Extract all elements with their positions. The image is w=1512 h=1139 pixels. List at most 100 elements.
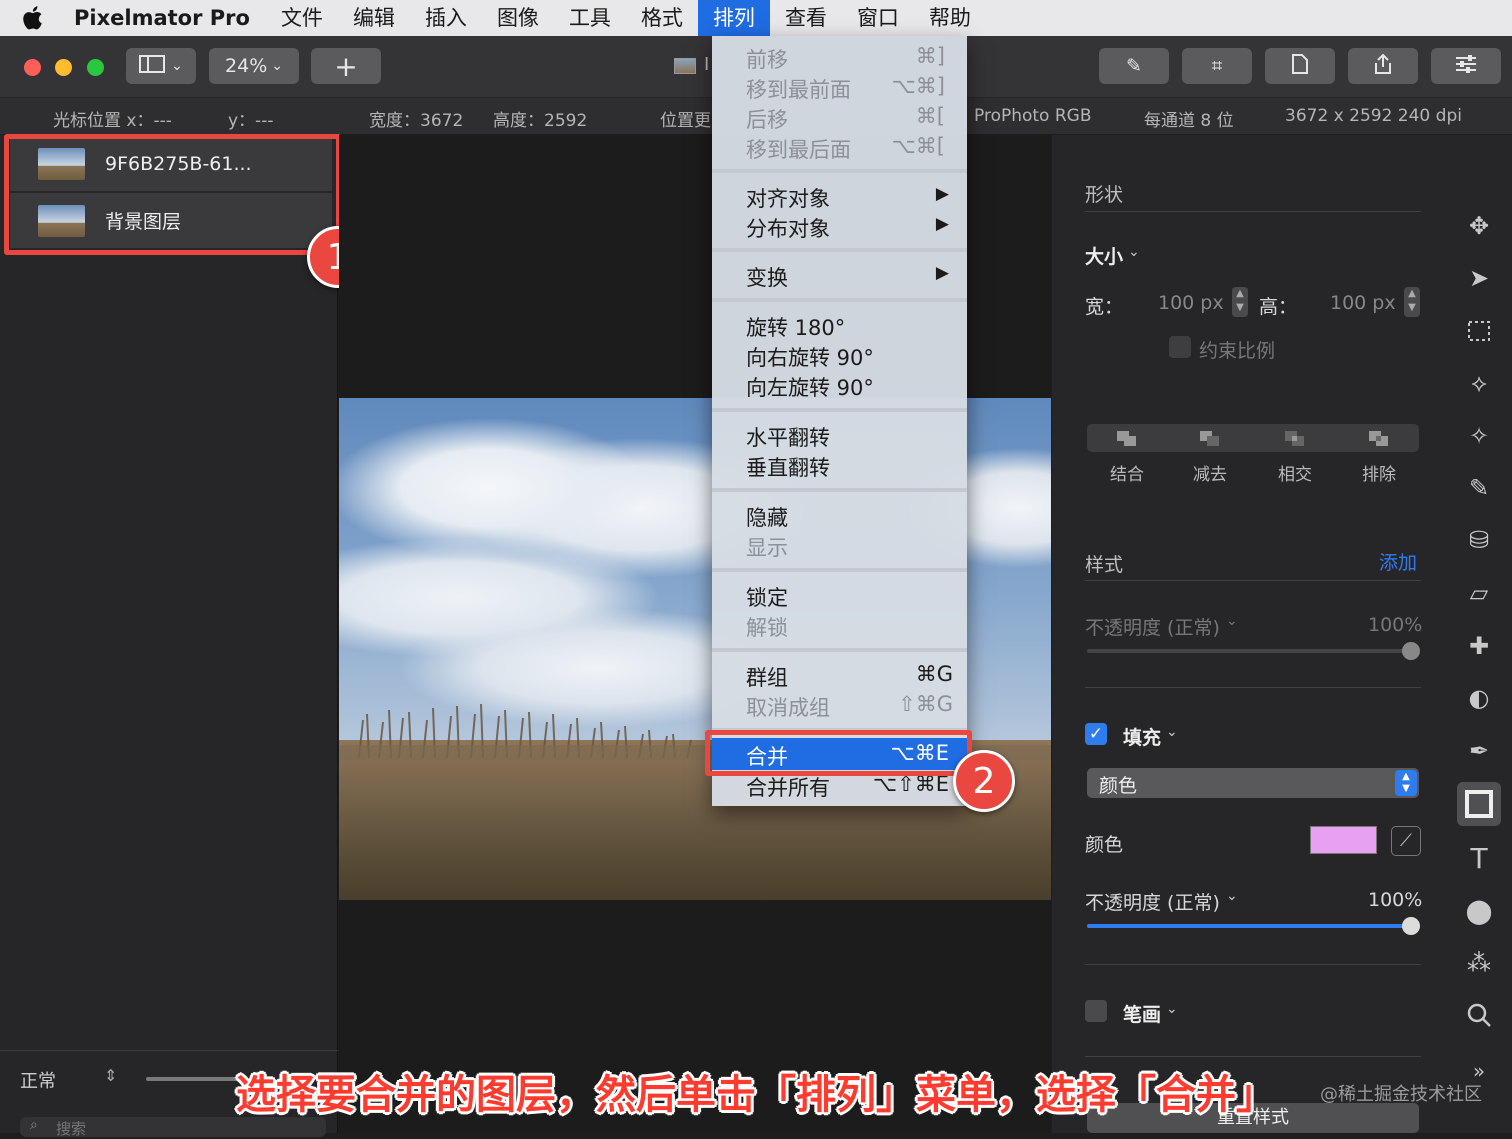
constrain-checkbox[interactable] bbox=[1169, 336, 1191, 358]
menu-insert[interactable]: 插入 bbox=[410, 0, 482, 36]
add-button[interactable]: + bbox=[311, 48, 381, 84]
style-opacity-slider[interactable] bbox=[1087, 649, 1417, 653]
menu-item-ungroup[interactable]: 取消成组 ⇧⌘G bbox=[712, 690, 967, 720]
menu-item-show[interactable]: 显示 bbox=[712, 530, 967, 560]
exclude-icon[interactable] bbox=[1368, 430, 1390, 448]
menu-item-send-backward[interactable]: 后移 ⌘[ bbox=[712, 102, 967, 132]
menu-item-rotate-right[interactable]: 向右旋转 90° bbox=[712, 340, 967, 370]
height-input[interactable]: 100 px bbox=[1330, 292, 1396, 314]
arrange-tool-icon[interactable]: ✥ bbox=[1461, 208, 1497, 244]
document-title-fragment: I bbox=[704, 54, 710, 75]
fill-label[interactable]: 填充 bbox=[1123, 723, 1161, 750]
blend-mode-label[interactable]: 正常 bbox=[20, 1067, 56, 1093]
menu-tools[interactable]: 工具 bbox=[554, 0, 626, 36]
rect-select-icon[interactable] bbox=[1461, 313, 1497, 349]
apple-icon[interactable] bbox=[0, 5, 64, 31]
menu-edit[interactable]: 编辑 bbox=[338, 0, 410, 36]
chevron-down-icon[interactable]: ⌄ bbox=[1226, 613, 1238, 629]
menu-item-lock[interactable]: 锁定 bbox=[712, 580, 967, 610]
chevron-down-icon[interactable]: ⌄ bbox=[1128, 244, 1140, 260]
chevron-down-icon[interactable]: ⌄ bbox=[1166, 1001, 1178, 1017]
menu-separator bbox=[712, 568, 967, 572]
chevron-down-icon[interactable]: ⌄ bbox=[1226, 888, 1238, 904]
crop-button[interactable]: ⌗ bbox=[1182, 48, 1252, 84]
fill-opacity-label[interactable]: 不透明度 (正常) bbox=[1085, 888, 1220, 915]
zoom-dropdown[interactable]: 24% ⌄ bbox=[209, 48, 299, 84]
add-style-button[interactable]: 添加 bbox=[1379, 548, 1417, 575]
tutorial-caption: 选择要合并的图层，然后单击「排列」菜单，选择「合并」 bbox=[236, 1072, 1276, 1118]
eyedropper-icon[interactable]: ⟋ bbox=[1391, 826, 1421, 856]
lasso-icon[interactable]: ⟡ bbox=[1461, 365, 1497, 401]
unite-icon[interactable] bbox=[1116, 430, 1138, 448]
document-button[interactable] bbox=[1265, 48, 1335, 84]
menu-item-flip-vertical[interactable]: 垂直翻转 bbox=[712, 450, 967, 480]
subtract-icon[interactable] bbox=[1199, 430, 1221, 448]
style-tool-button[interactable]: ✎ bbox=[1099, 48, 1169, 84]
menu-item-flip-horizontal[interactable]: 水平翻转 bbox=[712, 420, 967, 450]
width-input[interactable]: 100 px bbox=[1158, 292, 1224, 314]
menu-format[interactable]: 格式 bbox=[626, 0, 698, 36]
intersect-icon[interactable] bbox=[1284, 430, 1306, 448]
color-label: 颜色 bbox=[1085, 834, 1124, 856]
magic-wand-icon[interactable]: ✧ bbox=[1461, 418, 1497, 454]
menu-item-rotate-left[interactable]: 向左旋转 90° bbox=[712, 370, 967, 400]
height-stepper[interactable]: ▲ ▼ bbox=[1404, 287, 1420, 317]
minimize-window-button[interactable] bbox=[55, 59, 72, 76]
width-stepper[interactable]: ▲ ▼ bbox=[1232, 287, 1248, 317]
menubar: Pixelmator Pro 文件 编辑 插入 图像 工具 格式 排列 查看 窗… bbox=[0, 0, 1512, 36]
callout-box-merge bbox=[705, 730, 972, 776]
menu-window[interactable]: 窗口 bbox=[842, 0, 914, 36]
menu-item-send-to-back[interactable]: 移到最后面 ⌥⌘[ bbox=[712, 132, 967, 162]
distort-icon[interactable]: ⁂ bbox=[1461, 945, 1497, 981]
eraser-icon[interactable]: ▱ bbox=[1461, 575, 1497, 611]
share-button[interactable] bbox=[1348, 48, 1418, 84]
clone-icon[interactable]: ◐ bbox=[1461, 680, 1497, 716]
size-label[interactable]: 大小 bbox=[1085, 242, 1123, 269]
menu-item-transform[interactable]: 变换 ▶ bbox=[712, 260, 967, 290]
color-adjust-icon[interactable]: ⬤ bbox=[1461, 893, 1497, 929]
menu-image[interactable]: 图像 bbox=[482, 0, 554, 36]
divider bbox=[1085, 1056, 1421, 1057]
bandage-icon[interactable]: ✚ bbox=[1461, 628, 1497, 664]
pointer-icon[interactable]: ➤ bbox=[1461, 260, 1497, 296]
menu-item-bring-forward[interactable]: 前移 ⌘] bbox=[712, 42, 967, 72]
menu-item-align-objects[interactable]: 对齐对象 ▶ bbox=[712, 181, 967, 211]
slider-knob[interactable] bbox=[1402, 917, 1420, 935]
layer-opacity-slider[interactable] bbox=[146, 1077, 241, 1081]
pen-icon[interactable]: ✒ bbox=[1461, 733, 1497, 769]
menu-help[interactable]: 帮助 bbox=[914, 0, 986, 36]
stroke-label[interactable]: 笔画 bbox=[1123, 1000, 1161, 1027]
menu-file[interactable]: 文件 bbox=[266, 0, 338, 36]
divider bbox=[1085, 580, 1421, 581]
sidebar-toggle-button[interactable]: ⌄ bbox=[126, 48, 196, 84]
fill-checkbox[interactable]: ✓ bbox=[1085, 723, 1107, 745]
updown-chevron-icon[interactable]: ⇕ bbox=[104, 1066, 117, 1085]
menu-item-bring-to-front[interactable]: 移到最前面 ⌥⌘] bbox=[712, 72, 967, 102]
menu-view[interactable]: 查看 bbox=[770, 0, 842, 36]
fill-type-select[interactable]: 颜色 ▲ ▼ bbox=[1087, 768, 1419, 798]
adjust-button[interactable] bbox=[1431, 48, 1501, 84]
zoom-tool-icon[interactable] bbox=[1461, 997, 1497, 1033]
fill-opacity-slider[interactable] bbox=[1087, 924, 1417, 928]
menu-item-hide[interactable]: 隐藏 bbox=[712, 500, 967, 530]
fill-color-swatch[interactable] bbox=[1310, 826, 1377, 854]
text-tool-icon[interactable]: T bbox=[1461, 840, 1497, 876]
style-opacity-label[interactable]: 不透明度 (正常) bbox=[1085, 613, 1220, 640]
menu-item-rotate-180[interactable]: 旋转 180° bbox=[712, 310, 967, 340]
menu-item-group[interactable]: 群组 ⌘G bbox=[712, 660, 967, 690]
layer-search-input[interactable]: ⌕ 搜索 bbox=[20, 1117, 326, 1138]
menu-app-name[interactable]: Pixelmator Pro bbox=[64, 0, 266, 36]
stroke-checkbox[interactable] bbox=[1085, 1000, 1107, 1022]
zoom-window-button[interactable] bbox=[87, 59, 104, 76]
cursor-x-readout: 光标位置 x：--- bbox=[53, 111, 172, 131]
style-opacity-value: 100% bbox=[1368, 614, 1423, 636]
shape-tool-icon[interactable] bbox=[1457, 782, 1501, 826]
slider-knob[interactable] bbox=[1402, 642, 1420, 660]
menu-item-distribute-objects[interactable]: 分布对象 ▶ bbox=[712, 211, 967, 241]
chevron-down-icon[interactable]: ⌄ bbox=[1166, 724, 1178, 740]
paint-brush-icon[interactable]: ✎ bbox=[1461, 470, 1497, 506]
menu-item-unlock[interactable]: 解锁 bbox=[712, 610, 967, 640]
menu-arrange[interactable]: 排列 bbox=[697, 0, 770, 36]
close-window-button[interactable] bbox=[24, 59, 41, 76]
paint-bucket-icon[interactable]: ⛁ bbox=[1461, 522, 1497, 558]
